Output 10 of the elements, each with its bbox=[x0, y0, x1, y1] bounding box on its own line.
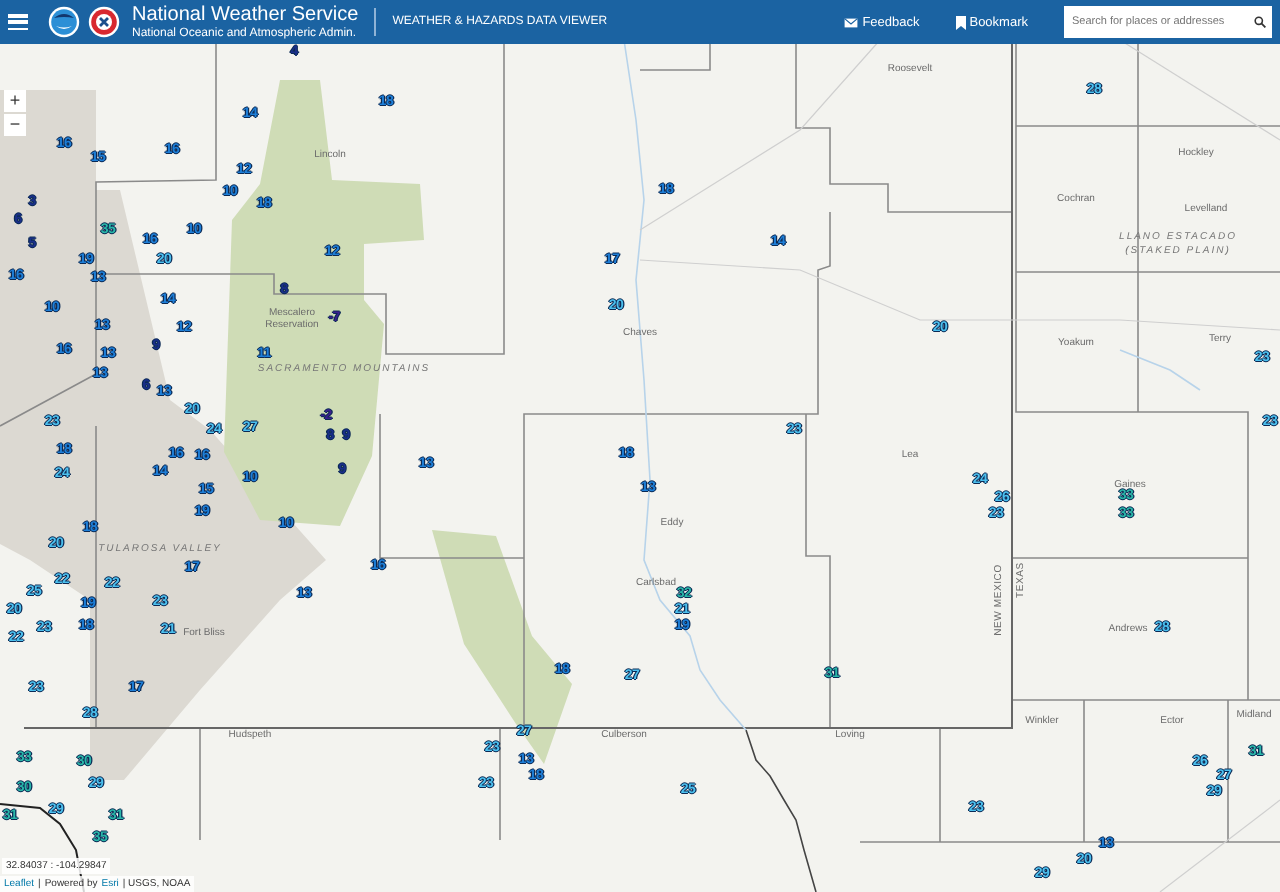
menu-icon[interactable] bbox=[8, 14, 28, 30]
envelope-icon bbox=[844, 17, 859, 27]
zoom-in-button[interactable]: + bbox=[4, 90, 26, 112]
road-line bbox=[1159, 799, 1280, 892]
site-title: National Weather Service bbox=[132, 5, 359, 25]
search-icon bbox=[1254, 16, 1266, 28]
emblem-icon bbox=[88, 6, 120, 38]
zoom-out-button[interactable]: − bbox=[4, 114, 26, 136]
bookmark-icon bbox=[955, 15, 966, 29]
river-line bbox=[1119, 349, 1201, 391]
